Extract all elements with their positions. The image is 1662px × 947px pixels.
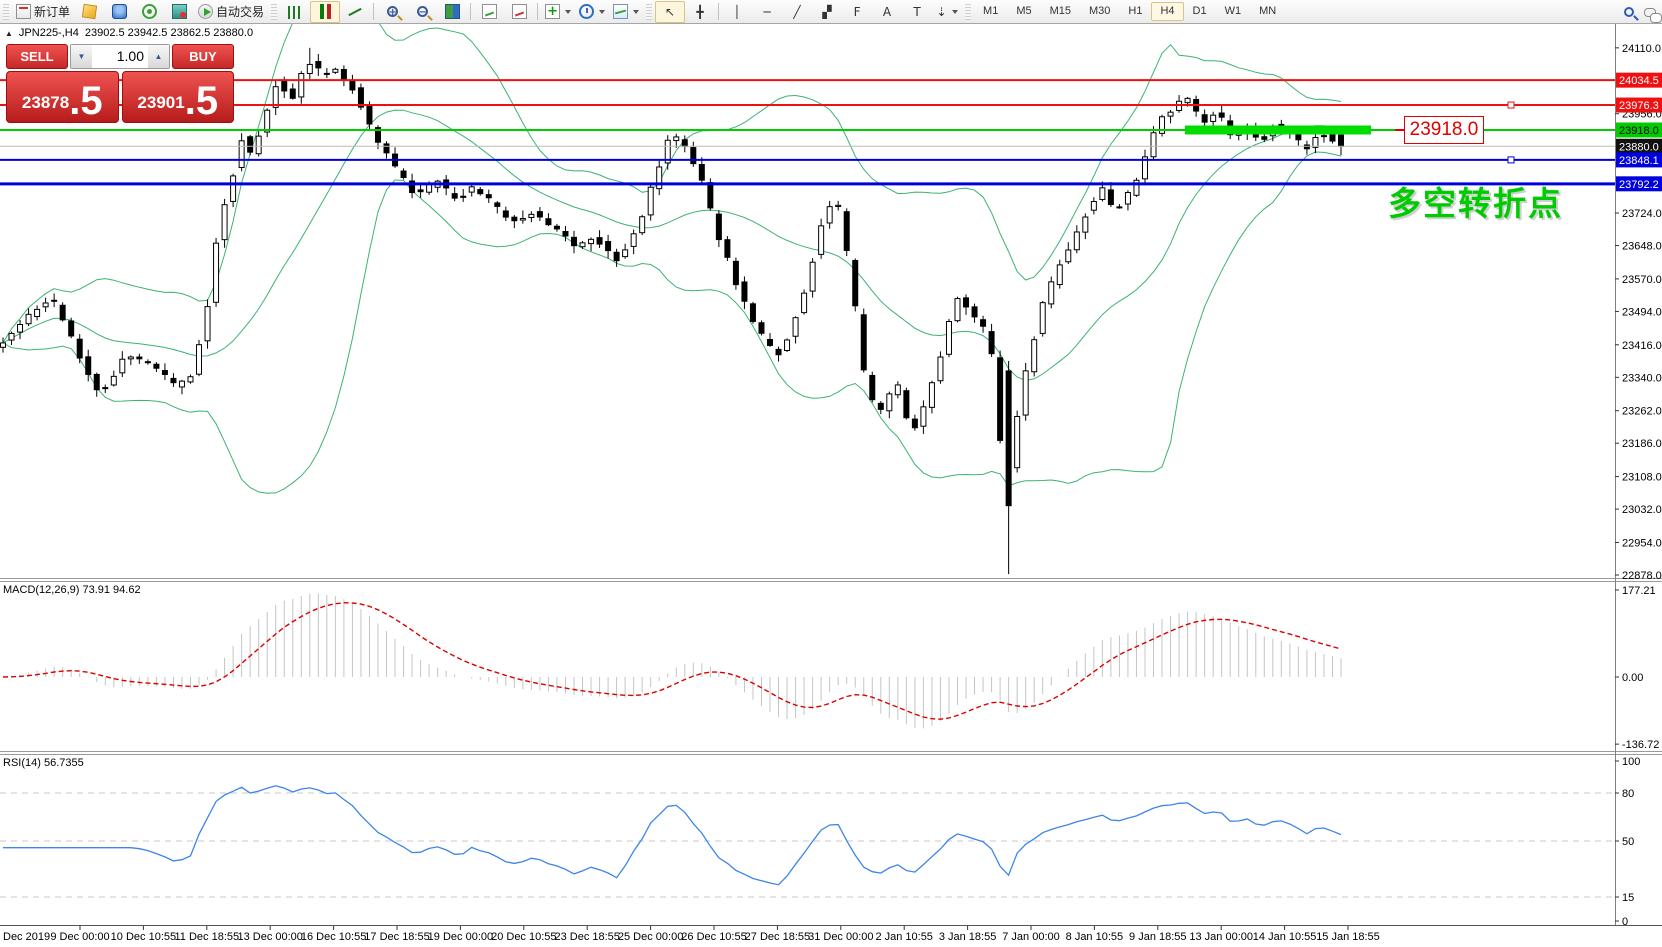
svg-text:100: 100 — [1622, 756, 1640, 768]
svg-text:23648.0: 23648.0 — [1622, 241, 1662, 253]
svg-text:23792.2: 23792.2 — [1619, 179, 1659, 191]
svg-text:23186.0: 23186.0 — [1622, 438, 1662, 450]
svg-text:-136.72: -136.72 — [1622, 739, 1659, 751]
candles — [1, 48, 1344, 574]
svg-text:22878.0: 22878.0 — [1622, 570, 1662, 582]
one-click-trading-panel: SELL ▼ 1.00 ▲ BUY 23878.5 23901.5 — [6, 44, 234, 123]
svg-text:19 Dec 00:00: 19 Dec 00:00 — [428, 931, 493, 943]
svg-text:15: 15 — [1622, 892, 1634, 904]
volume-stepper: ▼ 1.00 ▲ — [70, 44, 170, 69]
svg-text:11 Dec 18:55: 11 Dec 18:55 — [174, 931, 239, 943]
svg-text:23724.0: 23724.0 — [1622, 208, 1662, 220]
svg-text:2 Jan 10:55: 2 Jan 10:55 — [875, 931, 933, 943]
volume-decrease-button[interactable]: ▼ — [71, 45, 92, 68]
svg-text:Dec 2019: Dec 2019 — [3, 931, 50, 943]
sell-price-int: 23878 — [22, 93, 69, 113]
buy-price-tile[interactable]: 23901.5 — [122, 71, 235, 123]
buy-price-frac: .5 — [185, 81, 218, 121]
svg-text:23570.0: 23570.0 — [1622, 274, 1662, 286]
svg-text:24034.5: 24034.5 — [1619, 75, 1659, 87]
svg-text:0.00: 0.00 — [1622, 672, 1643, 684]
volume-input[interactable]: 1.00 — [92, 45, 148, 68]
svg-text:17 Dec 18:55: 17 Dec 18:55 — [364, 931, 429, 943]
svg-text:14 Jan 10:55: 14 Jan 10:55 — [1253, 931, 1317, 943]
volume-increase-button[interactable]: ▲ — [148, 45, 169, 68]
svg-text:20 Dec 10:55: 20 Dec 10:55 — [491, 931, 556, 943]
svg-text:23918.0: 23918.0 — [1619, 125, 1659, 137]
rsi-indicator — [0, 786, 1615, 897]
pivot-annotation: 多空转折点 — [1388, 177, 1563, 225]
svg-text:9 Dec 00:00: 9 Dec 00:00 — [50, 931, 109, 943]
svg-text:23416.0: 23416.0 — [1622, 340, 1662, 352]
time-axis: Dec 20199 Dec 00:0010 Dec 10:5511 Dec 18… — [3, 926, 1380, 943]
svg-text:8 Jan 10:55: 8 Jan 10:55 — [1066, 931, 1124, 943]
chart-symbol-header: ▲ JPN225-,H4 23902.5 23942.5 23862.5 238… — [5, 27, 253, 39]
buy-button[interactable]: BUY — [172, 44, 234, 69]
svg-text:13 Jan 00:00: 13 Jan 00:00 — [1189, 931, 1253, 943]
hline-handle[interactable] — [1508, 102, 1514, 108]
svg-text:0: 0 — [1622, 916, 1628, 928]
svg-text:177.21: 177.21 — [1622, 585, 1656, 597]
macd-label: MACD(12,26,9) 73.91 94.62 — [3, 584, 141, 596]
svg-text:25 Dec 00:00: 25 Dec 00:00 — [618, 931, 683, 943]
svg-text:3 Jan 18:55: 3 Jan 18:55 — [939, 931, 997, 943]
svg-text:23848.1: 23848.1 — [1619, 155, 1659, 167]
symbol-period-label: JPN225-,H4 — [19, 27, 79, 39]
svg-text:23262.0: 23262.0 — [1622, 406, 1662, 418]
buy-price-int: 23901 — [137, 93, 184, 113]
hline-handle[interactable] — [1508, 157, 1514, 163]
svg-text:23108.0: 23108.0 — [1622, 472, 1662, 484]
svg-text:50: 50 — [1622, 836, 1634, 848]
svg-text:23 Dec 18:55: 23 Dec 18:55 — [554, 931, 619, 943]
svg-text:10 Dec 10:55: 10 Dec 10:55 — [111, 931, 176, 943]
svg-text:23032.0: 23032.0 — [1622, 504, 1662, 516]
price-callout-box[interactable]: 23918.0 — [1404, 116, 1484, 144]
horizontal-lines — [0, 80, 1615, 184]
svg-text:15 Jan 18:55: 15 Jan 18:55 — [1316, 931, 1380, 943]
sell-price-frac: .5 — [69, 81, 102, 121]
collapse-one-click-icon[interactable]: ▲ — [5, 29, 13, 38]
svg-text:23340.0: 23340.0 — [1622, 372, 1662, 384]
svg-text:13 Dec 00:00: 13 Dec 00:00 — [237, 931, 302, 943]
svg-text:23494.0: 23494.0 — [1622, 306, 1662, 318]
svg-text:24110.0: 24110.0 — [1622, 43, 1661, 55]
macd-indicator — [3, 593, 1341, 728]
svg-text:27 Dec 18:55: 27 Dec 18:55 — [745, 931, 810, 943]
svg-text:22954.0: 22954.0 — [1622, 537, 1662, 549]
svg-text:26 Dec 10:55: 26 Dec 10:55 — [681, 931, 746, 943]
mt4-window: 新订单 自动交易 + − + ↖ ╋ │ ─ ╱ ▞ F A T — [0, 0, 1662, 947]
svg-text:23976.3: 23976.3 — [1619, 100, 1659, 112]
price-axis: 24110.023956.023724.023648.023570.023494… — [1615, 43, 1662, 928]
rsi-label: RSI(14) 56.7355 — [3, 757, 84, 769]
svg-text:80: 80 — [1622, 788, 1634, 800]
ohlc-values: 23902.5 23942.5 23862.5 23880.0 — [85, 27, 253, 39]
sell-price-tile[interactable]: 23878.5 — [6, 71, 119, 123]
svg-text:9 Jan 18:55: 9 Jan 18:55 — [1129, 931, 1187, 943]
svg-text:31 Dec 00:00: 31 Dec 00:00 — [808, 931, 873, 943]
sell-button[interactable]: SELL — [6, 44, 68, 69]
svg-text:16 Dec 10:55: 16 Dec 10:55 — [301, 931, 366, 943]
svg-text:7 Jan 00:00: 7 Jan 00:00 — [1002, 931, 1060, 943]
svg-text:23880.0: 23880.0 — [1619, 141, 1659, 153]
